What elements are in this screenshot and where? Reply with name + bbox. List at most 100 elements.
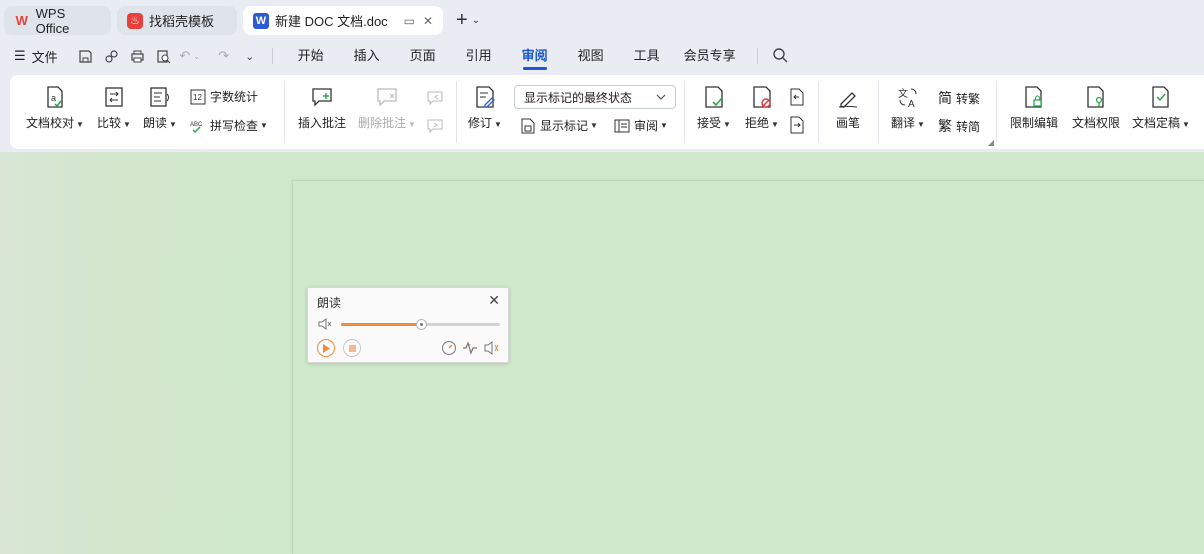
stop-icon: [348, 344, 356, 352]
finalize-document-button[interactable]: 文档定稿 ▼: [1130, 75, 1192, 131]
new-tab-button[interactable]: + ⌄: [456, 9, 480, 32]
track-changes-button[interactable]: 修订 ▼: [464, 75, 506, 131]
compare-button[interactable]: 比较 ▼: [94, 75, 134, 131]
previous-comment-button[interactable]: [426, 89, 448, 107]
svg-text:12: 12: [193, 93, 202, 102]
svg-text:a: a: [51, 93, 56, 103]
group-divider: [456, 81, 457, 143]
volume-slider[interactable]: [341, 319, 500, 330]
ribbon-panel: a 文档校对 ▼ 比较 ▼ 朗读 ▼ 12 字数统计 ABC 拼写检查 ▼ 插入批注 删…: [10, 75, 1204, 149]
tab-label: 找稻壳模板: [149, 14, 215, 29]
close-icon[interactable]: ✕: [488, 292, 500, 309]
document-permission-button[interactable]: 文档权限: [1068, 75, 1124, 131]
chevron-down-icon: ▼: [917, 120, 925, 129]
tab-insert[interactable]: 插入: [339, 40, 395, 72]
next-change-button[interactable]: [788, 116, 810, 134]
document-page[interactable]: [292, 180, 1204, 554]
next-comment-button[interactable]: [426, 117, 448, 135]
word-doc-icon: W: [253, 12, 269, 29]
tab-page[interactable]: 页面: [395, 40, 451, 72]
accept-label: 接受: [697, 116, 722, 130]
to-traditional-button[interactable]: 简 转繁: [938, 88, 980, 108]
spell-check-label: 拼写检查: [210, 119, 259, 133]
tab-wps-office[interactable]: W WPS Office: [4, 6, 111, 36]
review-pane-button[interactable]: 审阅 ▼: [614, 117, 668, 134]
group-divider: [878, 81, 879, 143]
spell-check-button[interactable]: ABC 拼写检查 ▼: [190, 117, 268, 134]
compare-label: 比较: [97, 116, 122, 130]
speaker-settings-icon[interactable]: [484, 340, 500, 356]
accept-button[interactable]: 接受 ▼: [694, 75, 734, 131]
previous-change-icon: [790, 88, 804, 106]
previous-comment-icon: [427, 91, 443, 106]
svg-text:A: A: [908, 99, 915, 109]
chevron-down-icon: ▼: [660, 121, 668, 130]
proofread-button[interactable]: a 文档校对 ▼: [26, 75, 84, 131]
tab-tools[interactable]: 工具: [619, 40, 675, 72]
reject-button[interactable]: 拒绝 ▼: [742, 75, 782, 131]
markup-display-select[interactable]: 显示标记的最终状态: [514, 85, 676, 109]
stop-button[interactable]: [343, 339, 361, 357]
file-menu[interactable]: ☰ 文件: [14, 47, 58, 66]
read-aloud-icon: [150, 87, 169, 107]
volume-icon: [318, 318, 332, 330]
previous-change-button[interactable]: [788, 88, 810, 106]
insert-comment-button[interactable]: 插入批注: [294, 75, 350, 131]
print-preview-icon[interactable]: [156, 48, 172, 64]
translate-button[interactable]: 文A 翻译 ▼: [888, 75, 928, 131]
group-expand-icon[interactable]: ◢: [988, 138, 994, 147]
translate-label: 翻译: [891, 116, 916, 130]
play-button[interactable]: [317, 339, 335, 357]
lock-document-icon: [1025, 86, 1042, 108]
tab-review[interactable]: 审阅: [507, 40, 563, 72]
group-divider: [684, 81, 685, 143]
tab-references[interactable]: 引用: [451, 40, 507, 72]
divider: [271, 48, 273, 64]
tab-view[interactable]: 视图: [563, 40, 619, 72]
chevron-down-icon: ▼: [260, 121, 268, 130]
chevron-down-icon: ▼: [1182, 120, 1190, 129]
restrict-editing-button[interactable]: 限制编辑: [1006, 75, 1062, 131]
comment-delete-icon: [377, 88, 397, 107]
show-markup-icon: [521, 118, 535, 133]
voice-wave-icon[interactable]: [462, 340, 478, 356]
volume-slider-thumb[interactable]: [415, 319, 427, 330]
read-aloud-title: 朗读: [317, 296, 342, 310]
redo-icon[interactable]: ↷: [216, 48, 232, 64]
chevron-down-icon: ▼: [590, 121, 598, 130]
save-icon[interactable]: [78, 48, 94, 64]
proofread-icon: a: [47, 86, 63, 108]
plus-icon: +: [456, 9, 468, 31]
show-markup-button[interactable]: 显示标记 ▼: [520, 117, 598, 134]
tab-document[interactable]: W 新建 DOC 文档.doc ▭ ✕: [243, 6, 443, 35]
monitor-icon[interactable]: ▭: [404, 14, 415, 28]
pen-button[interactable]: 画笔: [828, 75, 868, 131]
show-markup-label: 显示标记: [540, 119, 589, 133]
speed-icon[interactable]: [441, 340, 457, 356]
search-icon[interactable]: [772, 47, 788, 66]
file-menu-label: 文件: [31, 49, 58, 65]
more-chevron-icon[interactable]: ⌄: [242, 48, 258, 64]
tab-member[interactable]: 会员专享: [675, 40, 745, 72]
to-simplified-button[interactable]: 繁 转简: [938, 116, 980, 136]
volume-slider-fill: [341, 323, 421, 326]
print-icon[interactable]: [130, 48, 146, 64]
tab-docer[interactable]: ♨ 找稻壳模板: [117, 6, 237, 35]
chevron-down-icon: ▼: [76, 120, 84, 129]
chevron-down-icon: [656, 94, 666, 100]
undo-icon[interactable]: ↶ ⌄: [179, 48, 200, 64]
read-aloud-button[interactable]: 朗读 ▼: [140, 75, 180, 131]
menu-bar: ☰ 文件 ↶ ⌄ ↷ ⌄ 开始 插入 页面 引用 审阅 视图 工具 会员专享: [0, 40, 1204, 72]
accept-icon: [705, 86, 723, 108]
hamburger-icon: ☰: [14, 48, 26, 63]
review-pane-icon: [614, 119, 630, 132]
delete-comment-button[interactable]: 删除批注 ▼: [356, 75, 418, 131]
document-permission-label: 文档权限: [1071, 116, 1120, 130]
finalize-document-icon: [1152, 86, 1169, 108]
tab-start[interactable]: 开始: [283, 40, 339, 72]
compare-icon: [105, 87, 123, 107]
close-tab-icon[interactable]: ✕: [423, 14, 433, 28]
next-comment-icon: [427, 119, 443, 134]
word-count-button[interactable]: 12 字数统计: [190, 88, 258, 105]
share-link-icon[interactable]: [104, 48, 120, 64]
